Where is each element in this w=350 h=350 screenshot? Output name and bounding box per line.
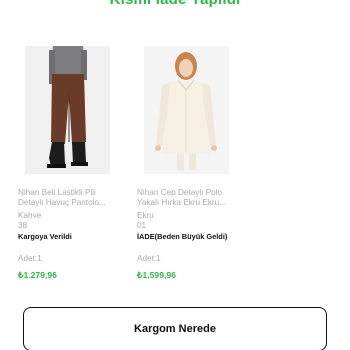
order-item[interactable]: Nihan Beli Lastikli Pili Detaylı Havuç P… bbox=[18, 46, 123, 281]
product-quantity: Adet:1 bbox=[137, 254, 161, 263]
product-price: ₺1.279,96 bbox=[18, 270, 57, 280]
shipping-status: Kargoya Verildi bbox=[18, 232, 72, 241]
product-size: 01 bbox=[137, 220, 147, 230]
cream-cardigan-image bbox=[144, 46, 229, 174]
track-shipment-button[interactable]: Kargom Nerede bbox=[23, 307, 327, 350]
product-color: Ekru bbox=[137, 211, 154, 220]
product-name[interactable]: Nihan Beli Lastikli Pili Detaylı Havuç P… bbox=[18, 188, 123, 208]
product-price: ₺1.599,96 bbox=[137, 270, 176, 280]
product-color: Kahve bbox=[18, 211, 42, 220]
product-quantity: Adet:1 bbox=[18, 254, 42, 263]
product-image[interactable] bbox=[25, 46, 110, 174]
brown-trousers-image bbox=[25, 46, 110, 174]
return-status: İADE(Beden Büyük Geldi) bbox=[137, 232, 228, 241]
product-name[interactable]: Nihan Cep Detaylı Polo Yakalı Hırka Ekru… bbox=[137, 188, 242, 208]
order-status-title: Kısmi İade Yapıldı bbox=[0, 0, 350, 11]
product-size: 38 bbox=[18, 220, 28, 230]
order-item[interactable]: Nihan Cep Detaylı Polo Yakalı Hırka Ekru… bbox=[137, 46, 242, 281]
product-image[interactable] bbox=[144, 46, 229, 174]
